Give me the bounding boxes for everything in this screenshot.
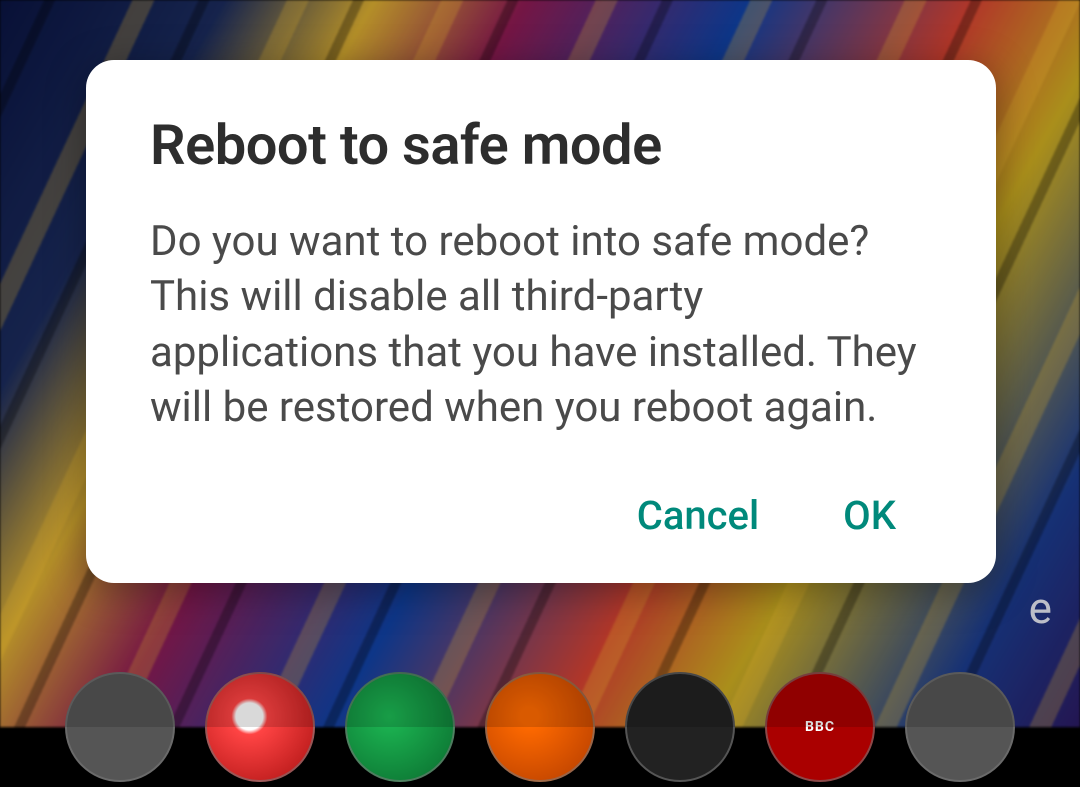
ok-button[interactable]: OK: [831, 484, 908, 547]
dialog-actions: Cancel OK: [150, 484, 932, 547]
reboot-safe-mode-dialog: Reboot to safe mode Do you want to reboo…: [86, 60, 996, 583]
cancel-button[interactable]: Cancel: [625, 484, 771, 547]
dialog-message: Do you want to reboot into safe mode? Th…: [150, 214, 932, 436]
dialog-title: Reboot to safe mode: [150, 112, 932, 178]
